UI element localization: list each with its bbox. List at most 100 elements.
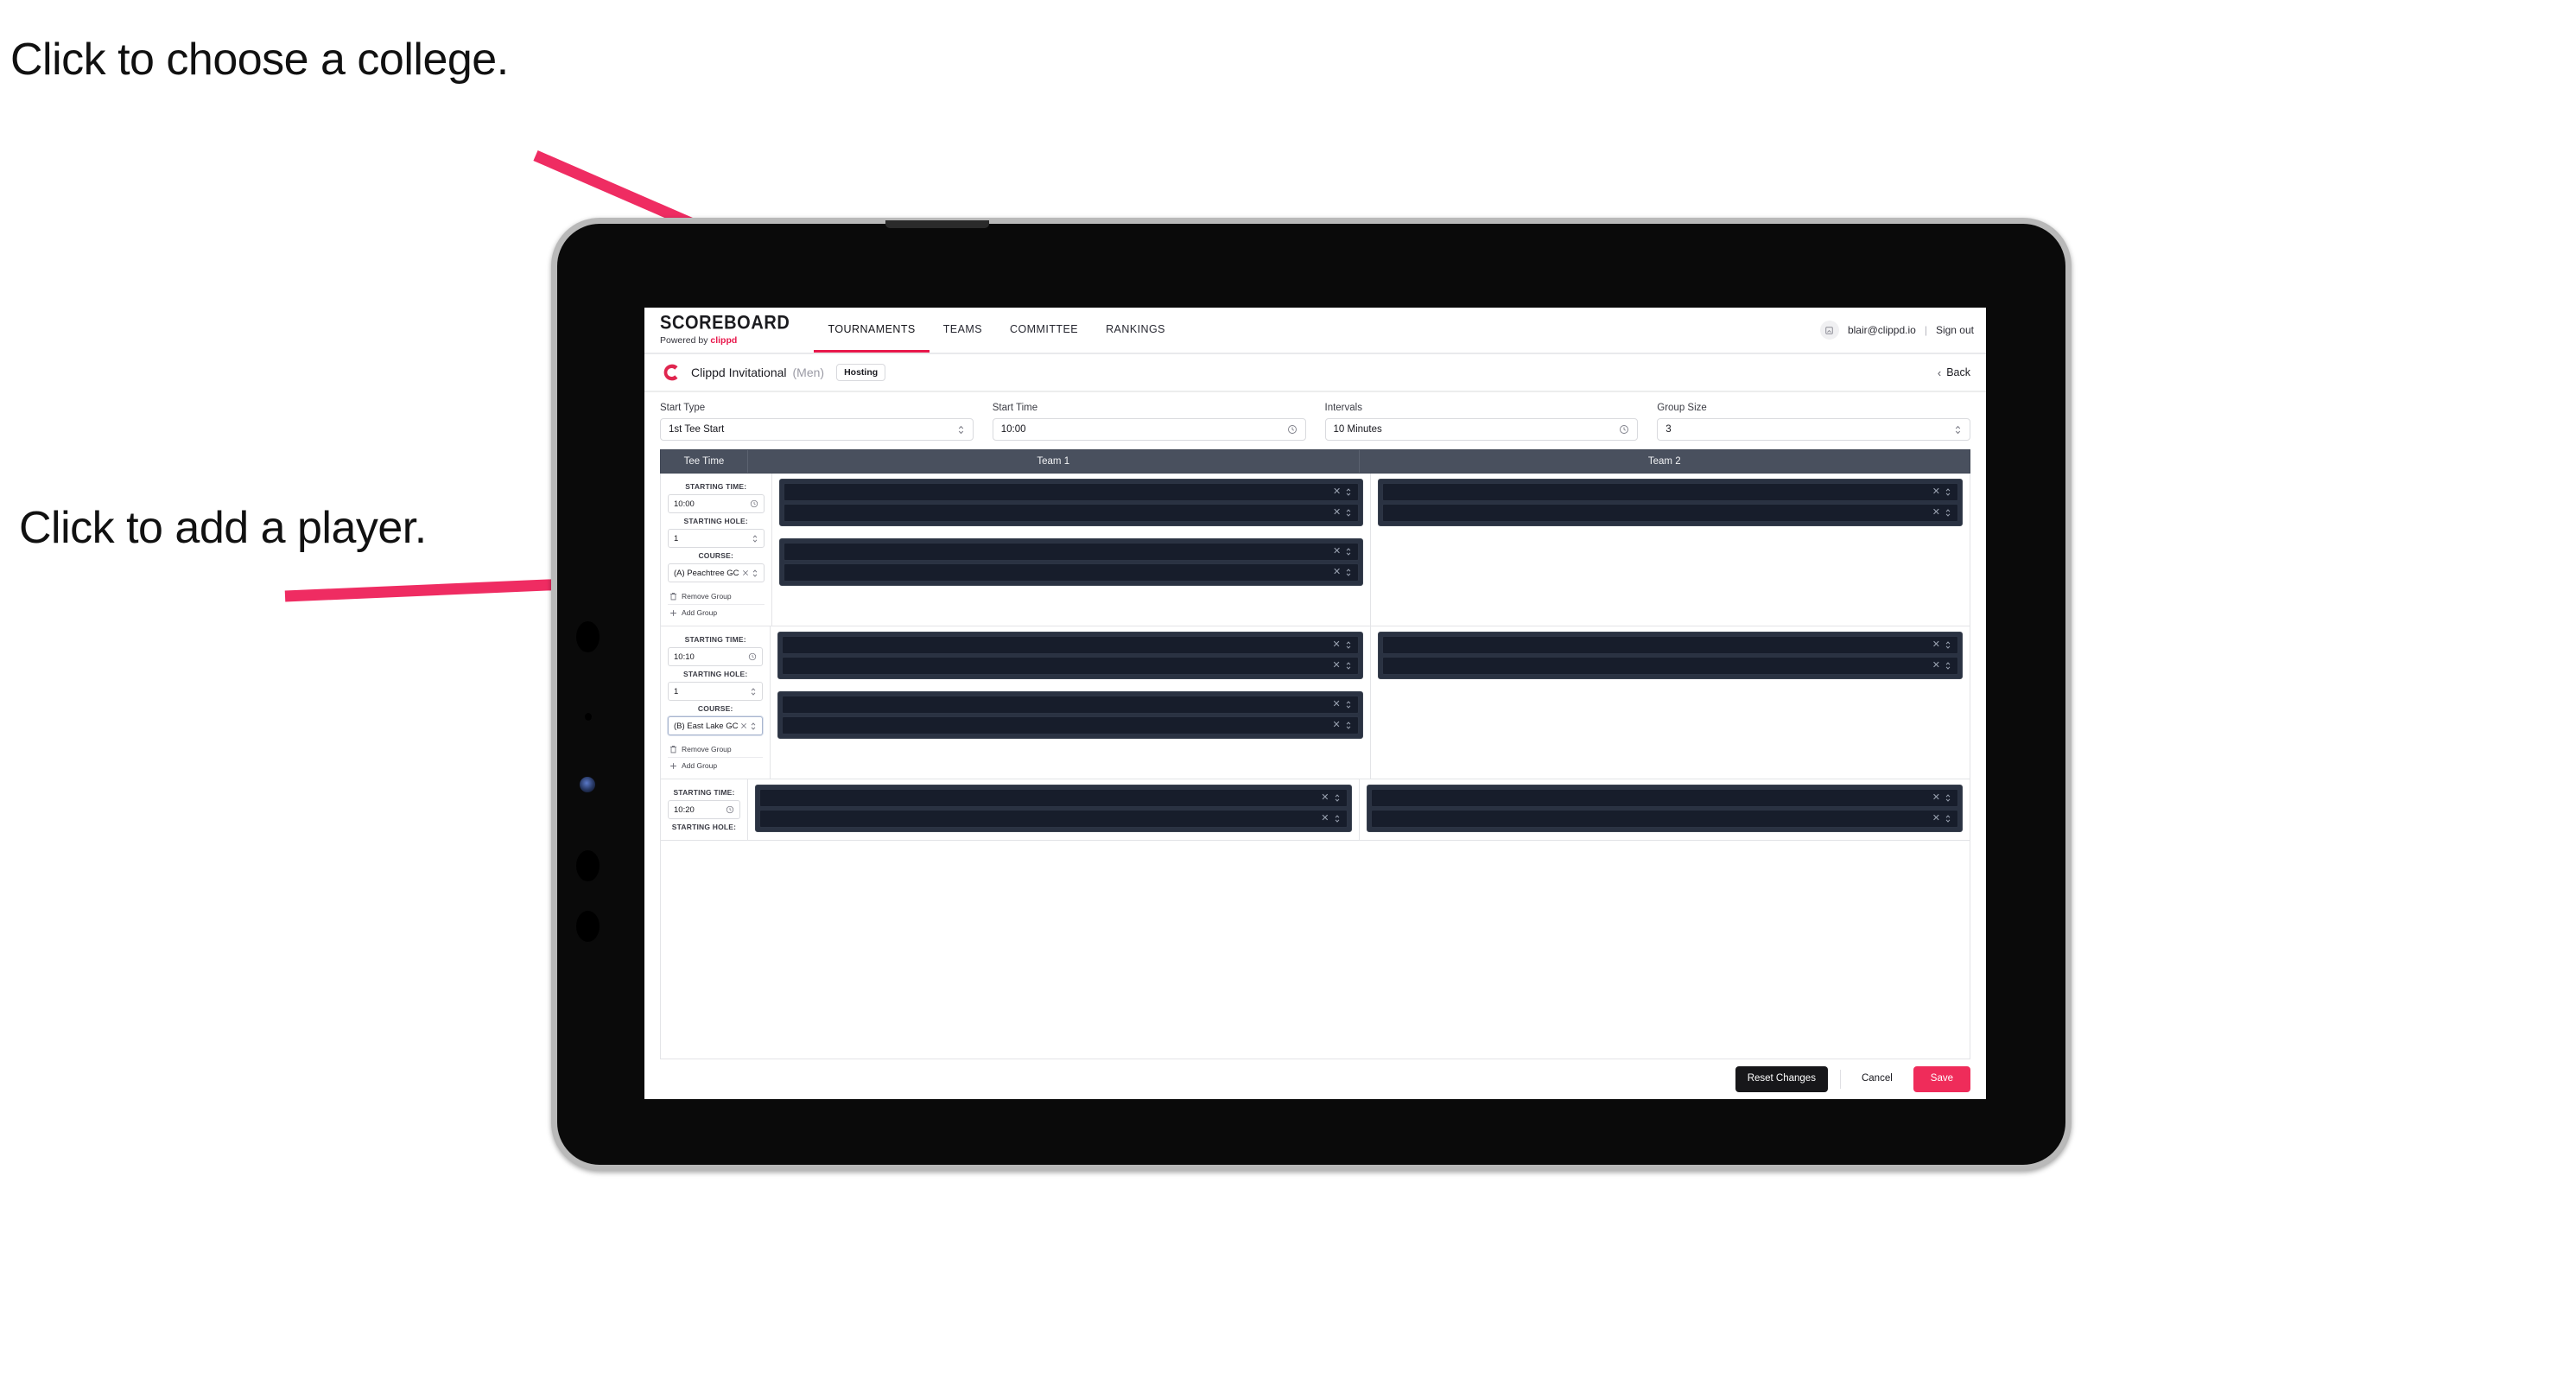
caption-course: COURSE: [698,551,734,560]
stepper-updown-icon[interactable] [1945,661,1951,671]
clear-x-icon[interactable] [740,722,747,729]
stepper-updown-icon[interactable] [1345,547,1352,556]
remove-group-button[interactable]: Remove Group [668,741,763,757]
clock-icon[interactable] [726,805,734,814]
user-avatar-icon[interactable] [1819,321,1839,340]
value-starting-time: 10:10 [674,652,695,662]
player-slot[interactable]: ✕ [782,716,1359,734]
tab-tournaments[interactable]: TOURNAMENTS [814,308,930,353]
stepper-updown-icon[interactable] [1345,640,1352,650]
team-2-cell: ✕ ✕ [1371,474,1970,626]
label-start-type: Start Type [660,403,706,413]
select-course[interactable]: (B) East Lake GC [668,716,764,735]
clear-x-icon[interactable]: ✕ [1932,661,1940,671]
column-header-team-2: Team 2 [1647,456,1681,467]
clear-x-icon[interactable] [742,569,749,576]
player-slot[interactable]: ✕ [783,483,1360,501]
clock-icon[interactable] [1287,424,1298,435]
stepper-updown-icon[interactable] [1345,568,1352,577]
select-group-size[interactable]: 3 [1657,418,1970,441]
clear-x-icon[interactable]: ✕ [1333,508,1341,518]
player-slot[interactable]: ✕ [759,810,1348,828]
stepper-updown-icon[interactable] [1345,487,1352,497]
input-starting-hole[interactable]: 1 [668,682,764,701]
player-slot[interactable]: ✕ [782,696,1359,714]
reset-changes-button[interactable]: Reset Changes [1735,1066,1828,1092]
stepper-updown-icon[interactable] [750,722,757,731]
player-slot[interactable]: ✕ [783,504,1360,522]
clear-x-icon[interactable]: ✕ [1932,814,1940,823]
stepper-updown-icon[interactable] [957,424,965,436]
sign-out-link[interactable]: Sign out [1936,324,1974,336]
select-start-type[interactable]: 1st Tee Start [660,418,974,441]
remove-group-button[interactable]: Remove Group [668,588,765,604]
player-slot[interactable]: ✕ [1370,810,1958,828]
player-slot[interactable]: ✕ [1381,636,1959,654]
player-slot[interactable]: ✕ [783,563,1360,582]
clear-x-icon[interactable]: ✕ [1932,640,1940,650]
clear-x-icon[interactable]: ✕ [1321,814,1329,823]
input-starting-time[interactable]: 10:20 [668,800,740,819]
remove-group-label: Remove Group [682,592,732,601]
stepper-updown-icon[interactable] [1334,814,1341,823]
input-intervals[interactable]: 10 Minutes [1324,418,1639,441]
scoreboard-logo[interactable]: SCOREBOARD Powered by clippd [660,308,814,353]
stepper-updown-icon[interactable] [1345,721,1352,730]
stepper-updown-icon[interactable] [1345,700,1352,709]
cancel-button[interactable]: Cancel [1853,1066,1901,1092]
player-slot[interactable]: ✕ [782,636,1359,654]
player-panel: ✕ ✕ [1378,479,1963,526]
add-group-button[interactable]: Add Group [668,757,764,773]
stepper-updown-icon[interactable] [1334,793,1341,803]
clear-x-icon[interactable]: ✕ [1333,700,1341,709]
clear-x-icon[interactable]: ✕ [1321,793,1329,803]
clear-x-icon[interactable]: ✕ [1333,547,1341,556]
team-1-cell: ✕ ✕ [771,626,1371,779]
clear-x-icon[interactable]: ✕ [1932,793,1940,803]
input-starting-hole[interactable]: 1 [668,529,765,548]
input-starting-time[interactable]: 10:00 [668,494,765,513]
clear-x-icon[interactable]: ✕ [1333,661,1341,671]
tee-time-group-row: STARTING TIME: 10:20 STARTING HOLE: ✕ ✕ … [661,779,1970,841]
clear-x-icon[interactable]: ✕ [1932,508,1940,518]
stepper-updown-icon[interactable] [1345,508,1352,518]
value-starting-hole: 1 [674,686,679,696]
player-slot[interactable]: ✕ [759,789,1348,807]
clear-x-icon[interactable]: ✕ [1333,640,1341,650]
stepper-updown-icon[interactable] [1945,793,1951,803]
input-start-time[interactable]: 10:00 [992,418,1306,441]
clear-x-icon[interactable]: ✕ [1333,721,1341,730]
input-starting-time[interactable]: 10:10 [668,647,764,666]
player-slot[interactable]: ✕ [1382,504,1958,522]
stepper-updown-icon[interactable] [1345,661,1352,671]
back-link[interactable]: ‹ Back [1938,366,1970,379]
clear-x-icon[interactable]: ✕ [1932,487,1940,497]
stepper-updown-icon[interactable] [1945,814,1951,823]
select-course[interactable]: (A) Peachtree GC [668,563,765,582]
stepper-updown-icon[interactable] [752,569,758,578]
save-button[interactable]: Save [1913,1066,1970,1092]
player-slot[interactable]: ✕ [782,657,1359,675]
player-slot[interactable]: ✕ [1370,789,1958,807]
stepper-updown-icon[interactable] [1945,508,1951,518]
caption-course: COURSE: [697,704,733,713]
field-start-type: Start Type 1st Tee Start [660,403,974,441]
tab-rankings[interactable]: RANKINGS [1092,308,1179,353]
clear-x-icon[interactable]: ✕ [1333,568,1341,577]
stepper-updown-icon[interactable] [1945,487,1951,497]
stepper-updown-icon[interactable] [1945,640,1951,650]
player-slot[interactable]: ✕ [1382,483,1958,501]
tab-teams[interactable]: TEAMS [930,308,996,353]
stepper-updown-icon[interactable] [1954,424,1962,436]
player-slot[interactable]: ✕ [783,543,1360,561]
stepper-updown-icon[interactable] [750,687,757,696]
clock-icon[interactable] [1619,424,1629,435]
clock-icon[interactable] [748,652,757,661]
player-slot[interactable]: ✕ [1381,657,1959,675]
tab-committee[interactable]: COMMITTEE [996,308,1092,353]
stepper-updown-icon[interactable] [752,534,758,544]
add-group-button[interactable]: Add Group [668,604,765,620]
clock-icon[interactable] [750,499,758,508]
clear-x-icon[interactable]: ✕ [1333,487,1341,497]
tablet-camera-icon [580,777,595,792]
